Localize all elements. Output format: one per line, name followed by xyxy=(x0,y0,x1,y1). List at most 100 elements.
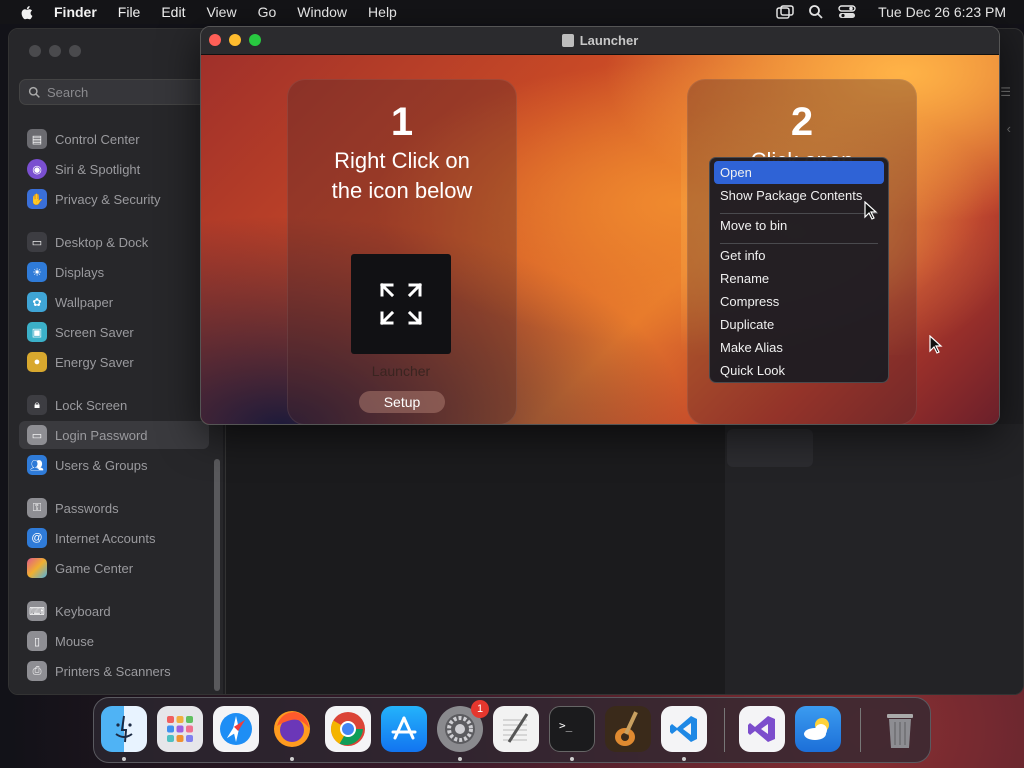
menu-item-open[interactable]: Open xyxy=(714,161,884,184)
search-icon[interactable] xyxy=(808,4,824,20)
svg-text:>_: >_ xyxy=(559,719,573,732)
safari-icon[interactable] xyxy=(213,706,259,752)
energy-icon: ● xyxy=(27,352,47,372)
sidebar-item-passwords[interactable]: ⚿ Passwords xyxy=(19,494,209,522)
sidebar-item-displays[interactable]: ☀ Displays xyxy=(19,258,209,286)
settings-search-field[interactable]: Search xyxy=(19,79,219,105)
menu-item-make-alias[interactable]: Make Alias xyxy=(714,336,884,359)
clock[interactable]: Tue Dec 26 6:23 PM xyxy=(878,4,1006,20)
settings-content-pane xyxy=(225,424,725,694)
sidebar-item-lock-screen[interactable]: 🔒︎ Lock Screen xyxy=(19,391,209,419)
terminal-icon[interactable]: >_ xyxy=(549,706,595,752)
step-1-caption: Right Click on the icon below xyxy=(288,146,516,206)
sidebar-item-control-center[interactable]: ▤ Control Center xyxy=(19,125,209,153)
sidebar-item-keyboard[interactable]: ⌨ Keyboard xyxy=(19,597,209,625)
menu-window[interactable]: Window xyxy=(297,4,347,20)
dock-divider xyxy=(724,708,725,752)
mouse-cursor-icon xyxy=(929,335,943,354)
sidebar-item-energy-saver[interactable]: ● Energy Saver xyxy=(19,348,209,376)
sidebar-item-label: Lock Screen xyxy=(55,397,128,413)
settings-detail-button[interactable] xyxy=(727,429,813,467)
list-icon[interactable]: ☰ xyxy=(1000,85,1011,99)
minimize-button[interactable] xyxy=(229,34,241,46)
screen-mirroring-icon[interactable] xyxy=(776,5,794,19)
app-store-icon[interactable] xyxy=(381,706,427,752)
sidebar-item-wallpaper[interactable]: ✿ Wallpaper xyxy=(19,288,209,316)
menu-view[interactable]: View xyxy=(206,4,236,20)
sidebar-item-privacy-security[interactable]: ✋ Privacy & Security xyxy=(19,185,209,213)
close-button[interactable] xyxy=(209,34,221,46)
vscode-icon[interactable] xyxy=(661,706,707,752)
zoom-button-inactive[interactable] xyxy=(69,45,81,57)
lock-icon: 🔒︎ xyxy=(27,395,47,415)
window-title: Launcher xyxy=(579,33,639,48)
desktop-icon: ▭ xyxy=(27,232,47,252)
finder-icon[interactable] xyxy=(101,706,147,752)
textedit-icon[interactable] xyxy=(493,706,539,752)
close-button-inactive[interactable] xyxy=(29,45,41,57)
weather-icon[interactable] xyxy=(795,706,841,752)
step-2-number: 2 xyxy=(790,100,814,144)
sidebar-item-game-center[interactable]: Game Center xyxy=(19,554,209,582)
launcher-titlebar[interactable]: Launcher xyxy=(201,27,999,55)
game-center-icon xyxy=(27,558,47,578)
sidebar-item-label: Printers & Scanners xyxy=(55,663,171,679)
sidebar-item-label: Screen Saver xyxy=(55,324,134,340)
menu-app-name[interactable]: Finder xyxy=(54,4,97,20)
launcher-app-label: Launcher xyxy=(371,363,431,379)
menu-go[interactable]: Go xyxy=(258,4,277,20)
menu-file[interactable]: File xyxy=(118,4,141,20)
keyboard-icon: ⌨ xyxy=(27,601,47,621)
visual-studio-icon[interactable] xyxy=(739,706,785,752)
step-1-caption-line2: the icon below xyxy=(331,178,473,203)
sidebar-item-siri-spotlight[interactable]: ◉ Siri & Spotlight xyxy=(19,155,209,183)
menu-bar: Finder File Edit View Go Window Help Tue… xyxy=(0,0,1024,24)
menu-help[interactable]: Help xyxy=(368,4,397,20)
menu-item-duplicate[interactable]: Duplicate xyxy=(714,313,884,336)
menu-item-quick-look[interactable]: Quick Look xyxy=(714,359,884,382)
garageband-icon[interactable] xyxy=(605,706,651,752)
setup-button[interactable]: Setup xyxy=(359,391,445,413)
sidebar-item-label: Users & Groups xyxy=(55,457,148,473)
sidebar-item-label: Siri & Spotlight xyxy=(55,161,141,177)
sidebar-item-label: Passwords xyxy=(55,500,119,516)
siri-icon: ◉ xyxy=(27,159,47,179)
chrome-icon[interactable] xyxy=(325,706,371,752)
pointer-cursor-icon xyxy=(864,201,878,220)
sidebar-item-desktop-dock[interactable]: ▭ Desktop & Dock xyxy=(19,228,209,256)
menu-item-show-package-contents[interactable]: Show Package Contents xyxy=(714,184,884,207)
printer-icon: ⎙ xyxy=(27,661,47,681)
zoom-button[interactable] xyxy=(249,34,261,46)
trash-icon[interactable] xyxy=(877,706,923,752)
sidebar-item-label: Desktop & Dock xyxy=(55,234,149,250)
sidebar-item-users-groups[interactable]: 👥︎ Users & Groups xyxy=(19,451,209,479)
sidebar-item-login-password[interactable]: ▭ Login Password xyxy=(19,421,209,449)
sidebar-item-internet-accounts[interactable]: @ Internet Accounts xyxy=(19,524,209,552)
key-icon: ⚿ xyxy=(27,498,47,518)
launcher-app-icon[interactable] xyxy=(351,254,451,354)
login-password-icon: ▭ xyxy=(27,425,47,445)
menu-item-move-to-bin[interactable]: Move to bin xyxy=(714,214,884,237)
menu-separator xyxy=(720,237,878,244)
traffic-lights xyxy=(209,34,261,46)
step-1-caption-line1: Right Click on xyxy=(334,148,470,173)
system-settings-icon[interactable]: 1 xyxy=(437,700,489,752)
control-center-icon[interactable] xyxy=(838,5,856,19)
notification-badge: 1 xyxy=(471,700,489,718)
apple-menu-icon[interactable] xyxy=(19,4,36,21)
firefox-icon[interactable] xyxy=(269,706,315,752)
settings-running-indicator xyxy=(458,757,462,761)
menu-item-compress[interactable]: Compress xyxy=(714,290,884,313)
sidebar-scrollbar[interactable] xyxy=(214,459,220,691)
minimize-button-inactive[interactable] xyxy=(49,45,61,57)
sidebar-item-mouse[interactable]: ▯ Mouse xyxy=(19,627,209,655)
sidebar-item-screen-saver[interactable]: ▣ Screen Saver xyxy=(19,318,209,346)
sidebar-item-printers-scanners[interactable]: ⎙ Printers & Scanners xyxy=(19,657,209,685)
menu-item-rename[interactable]: Rename xyxy=(714,267,884,290)
document-icon xyxy=(561,34,574,47)
chevron-left-icon[interactable]: ‹ xyxy=(1007,121,1011,136)
launchpad-icon[interactable] xyxy=(157,706,203,752)
menu-edit[interactable]: Edit xyxy=(161,4,185,20)
menu-item-get-info[interactable]: Get info xyxy=(714,244,884,267)
vscode-running-indicator xyxy=(682,757,686,761)
